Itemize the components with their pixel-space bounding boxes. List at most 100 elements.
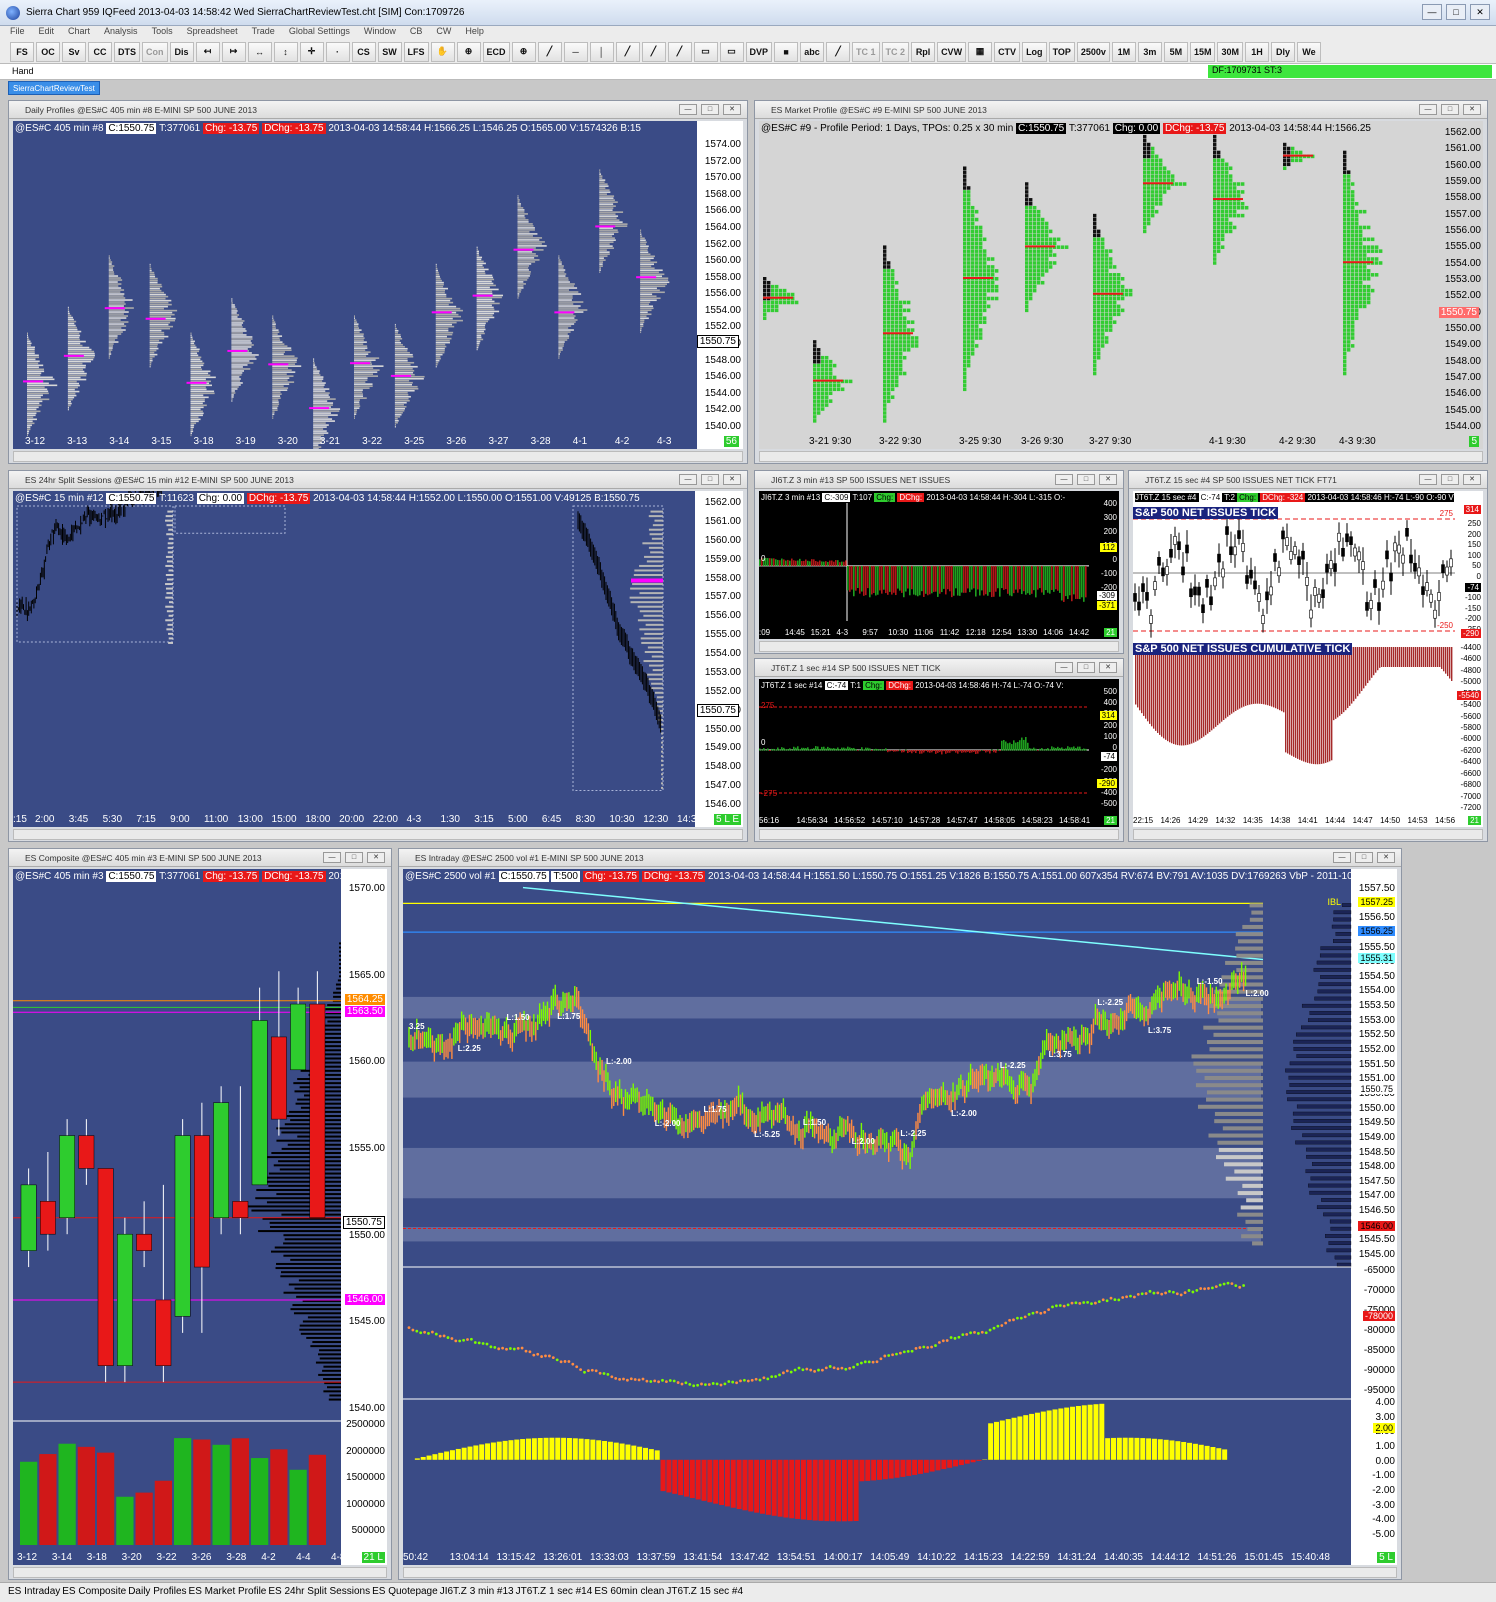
toolbar-button[interactable]: ╱ (826, 41, 851, 62)
maximize-icon[interactable]: □ (1446, 4, 1466, 20)
menu-item[interactable]: Spreadsheet (187, 26, 238, 40)
toolbar-button[interactable]: ↦ (221, 41, 246, 62)
chart-area[interactable]: JI6T.Z 3 min #13 C:-309 T:107 Chg: DChg:… (759, 491, 1119, 639)
horizontal-scrollbar[interactable] (13, 829, 743, 840)
toolbar-button[interactable]: Con (142, 41, 168, 62)
toolbar-button[interactable]: DVP (745, 41, 773, 62)
chart-area[interactable]: JT6T.Z 1 sec #14 C:-74 T:1 Chg: DChg: 20… (759, 679, 1119, 827)
close-icon[interactable]: ✕ (1463, 474, 1481, 485)
toolbar-button[interactable]: ▭ (693, 41, 718, 62)
tab-ji6t-z-3-min-13[interactable]: JI6T.Z 3 min #13 (440, 1586, 514, 1602)
toolbar-button[interactable]: 1M (1111, 41, 1136, 62)
toolbar-button[interactable]: ✋ (430, 41, 455, 62)
toolbar-button[interactable]: abc (800, 41, 825, 62)
tab-es-market-profile[interactable]: ES Market Profile (189, 1586, 267, 1602)
toolbar-button[interactable]: ✛ (299, 41, 324, 62)
toolbar-button[interactable]: │ (589, 41, 614, 62)
tab-daily-profiles[interactable]: Daily Profiles (128, 1586, 186, 1602)
menu-item[interactable]: Chart (68, 26, 90, 40)
toolbar-button[interactable]: 1H (1244, 41, 1269, 62)
close-icon[interactable]: ✕ (1463, 104, 1481, 115)
toolbar-button[interactable]: Log (1022, 41, 1047, 62)
minimize-icon[interactable]: — (323, 852, 341, 863)
tab-es-24hr-split-sessions[interactable]: ES 24hr Split Sessions (268, 1586, 370, 1602)
toolbar-button[interactable]: Rpl (911, 41, 936, 62)
toolbar-button[interactable]: CC (88, 41, 112, 62)
tab-es-intraday[interactable]: ES Intraday (8, 1586, 60, 1602)
toolbar-button[interactable]: TOP (1048, 41, 1075, 62)
menu-item[interactable]: CW (436, 26, 451, 40)
toolbar-button[interactable]: ↕ (273, 41, 298, 62)
minimize-icon[interactable]: — (679, 474, 697, 485)
menu-item[interactable]: Tools (152, 26, 173, 40)
restore-icon[interactable]: □ (1355, 852, 1373, 863)
toolbar-button[interactable]: ╱ (615, 41, 640, 62)
close-icon[interactable]: ✕ (1470, 4, 1490, 20)
toolbar-button[interactable]: ╱ (537, 41, 562, 62)
toolbar-button[interactable]: OC (36, 41, 60, 62)
restore-icon[interactable]: □ (1441, 474, 1459, 485)
toolbar-button[interactable]: Dly (1270, 41, 1295, 62)
close-icon[interactable]: ✕ (367, 852, 385, 863)
minimize-icon[interactable]: — (1333, 852, 1351, 863)
tab-jt6t-z-1-sec-14[interactable]: JT6T.Z 1 sec #14 (516, 1586, 593, 1602)
toolbar-button[interactable]: ─ (563, 41, 588, 62)
toolbar-button[interactable]: 5M (1163, 41, 1188, 62)
chart-area[interactable]: @ES#C 2500 vol #1 C:1550.75 T:500 Chg: -… (403, 869, 1397, 1565)
restore-icon[interactable]: □ (345, 852, 363, 863)
close-icon[interactable]: ✕ (1099, 662, 1117, 673)
toolbar-button[interactable]: CTV (994, 41, 1021, 62)
menu-item[interactable]: Global Settings (289, 26, 350, 40)
toolbar-button[interactable]: ⊕ (511, 41, 536, 62)
toolbar-button[interactable]: LFS (403, 41, 429, 62)
minimize-icon[interactable]: — (1422, 4, 1442, 20)
toolbar-button[interactable]: ▭ (719, 41, 744, 62)
menu-item[interactable]: Trade (252, 26, 275, 40)
toolbar-button[interactable]: ⊕ (456, 41, 481, 62)
restore-icon[interactable]: □ (701, 104, 719, 115)
toolbar-button[interactable]: FS (10, 41, 34, 62)
toolbar-button[interactable]: DTS (114, 41, 140, 62)
toolbar-button[interactable]: TC 2 (881, 41, 910, 62)
tab-es-quotepage[interactable]: ES Quotepage (372, 1586, 438, 1602)
toolbar-button[interactable]: CVW (937, 41, 967, 62)
toolbar-button[interactable]: ↔ (247, 41, 272, 62)
restore-icon[interactable]: □ (1077, 474, 1095, 485)
chart-area[interactable]: JT6T.Z 15 sec #4 C:-74 T:2 Chg: DChg: -3… (1133, 491, 1483, 827)
menu-item[interactable]: File (10, 26, 25, 40)
toolbar-button[interactable]: ╱ (667, 41, 692, 62)
horizontal-scrollbar[interactable] (13, 451, 743, 462)
toolbar-button[interactable]: 30M (1217, 41, 1243, 62)
tab-es-60min-clean[interactable]: ES 60min clean (594, 1586, 664, 1602)
toolbar-button[interactable]: CS (351, 41, 376, 62)
tab-jt6t-z-15-sec-4[interactable]: JT6T.Z 15 sec #4 (666, 1586, 743, 1602)
close-icon[interactable]: ✕ (723, 104, 741, 115)
chart-area[interactable]: @ES#C 15 min #12 C:1550.75 T:11623 Chg: … (13, 491, 743, 827)
toolbar-button[interactable]: 3m (1137, 41, 1162, 62)
horizontal-scrollbar[interactable] (759, 451, 1483, 462)
toolbar-button[interactable]: ECD (482, 41, 510, 62)
toolbar-button[interactable]: SW (377, 41, 402, 62)
horizontal-scrollbar[interactable] (403, 1567, 1397, 1578)
minimize-icon[interactable]: — (1055, 474, 1073, 485)
minimize-icon[interactable]: — (1419, 474, 1437, 485)
horizontal-scrollbar[interactable] (1133, 829, 1483, 840)
minimize-icon[interactable]: — (1055, 662, 1073, 673)
toolbar-button[interactable]: 2500v (1076, 41, 1110, 62)
horizontal-scrollbar[interactable] (759, 641, 1119, 652)
menu-item[interactable]: CB (410, 26, 423, 40)
toolbar-button[interactable]: ▦ (968, 41, 993, 62)
menu-item[interactable]: Edit (39, 26, 55, 40)
menu-item[interactable]: Analysis (104, 26, 138, 40)
menu-item[interactable]: Window (364, 26, 396, 40)
toolbar-button[interactable]: ╱ (641, 41, 666, 62)
chart-area[interactable]: @ES#C 405 min #8 C:1550.75 T:377061 Chg:… (13, 121, 743, 449)
toolbar-button[interactable]: 15M (1189, 41, 1216, 62)
toolbar-button[interactable]: Sv (62, 41, 86, 62)
chart-area[interactable]: @ES#C 405 min #3 C:1550.75 T:377061 Chg:… (13, 869, 387, 1565)
toolbar-button[interactable]: We (1296, 41, 1321, 62)
horizontal-scrollbar[interactable] (13, 1567, 387, 1578)
toolbar-button[interactable]: Dis (169, 41, 194, 62)
close-icon[interactable]: ✕ (1377, 852, 1395, 863)
menu-item[interactable]: Help (465, 26, 484, 40)
